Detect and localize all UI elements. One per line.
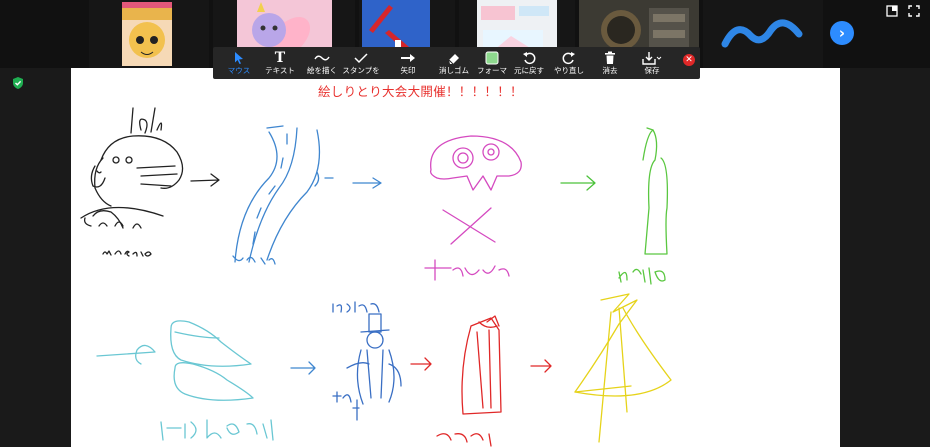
drawing-road [232,125,382,265]
participant-avatar [122,2,172,66]
tool-draw[interactable]: 絵を描く [305,47,339,79]
download-icon [642,51,662,65]
tool-clear[interactable]: 消去 [599,47,621,79]
annotation-toolbar: マウス T テキスト 絵を描く スタンプを 矢印 消しゴム フォーマ 元に戻す … [213,47,700,79]
checkmark-icon [354,52,368,63]
next-participants-button[interactable]: › [830,21,854,45]
tool-redo[interactable]: やり直し [553,47,585,79]
drawing-detective [332,301,432,421]
drawing-vase [618,127,669,285]
tool-undo[interactable]: 元に戻す [513,47,545,79]
close-x-icon: ✕ [685,55,693,65]
drawing-cat [80,107,220,257]
tool-format[interactable]: フォーマ [477,47,507,79]
participant-drawing [721,19,803,48]
participant-tile[interactable] [703,0,823,68]
tool-mouse[interactable]: マウス [225,47,253,79]
undo-icon [523,51,536,64]
drawing-pencil [436,315,552,447]
tool-stamp[interactable]: スタンプを [342,47,380,79]
tool-arrow[interactable]: 矢印 [395,47,421,79]
redo-icon [562,51,575,64]
drawing-skull [424,135,522,281]
eraser-icon [448,53,459,64]
tool-text[interactable]: T テキスト [263,47,297,79]
tool-save[interactable]: 保存 [637,47,667,79]
chevron-right-icon: › [838,24,846,42]
color-swatch-icon [485,51,499,64]
fullscreen-icon[interactable] [908,5,920,17]
close-annotation-button[interactable]: ✕ [683,54,695,66]
text-T-icon: T [274,49,286,66]
drawing-shoes [96,320,316,441]
tool-eraser[interactable]: 消しゴム [439,47,469,79]
security-shield-icon[interactable] [11,76,25,90]
drawing-canvas[interactable]: masatoKazuyaHohiyaysaitor-ishibashikoshi… [71,68,840,447]
squiggle-icon [314,55,330,60]
layout-icon[interactable] [886,5,898,17]
cursor-icon [235,51,243,64]
participant-tile[interactable] [89,0,209,68]
whiteboard[interactable]: 絵しりとり大会大開催！！！！！！ [71,68,840,447]
trash-icon [605,51,615,64]
arrow-drawing [560,175,596,191]
drawing-dress [574,293,672,443]
arrow-right-icon [401,53,415,62]
